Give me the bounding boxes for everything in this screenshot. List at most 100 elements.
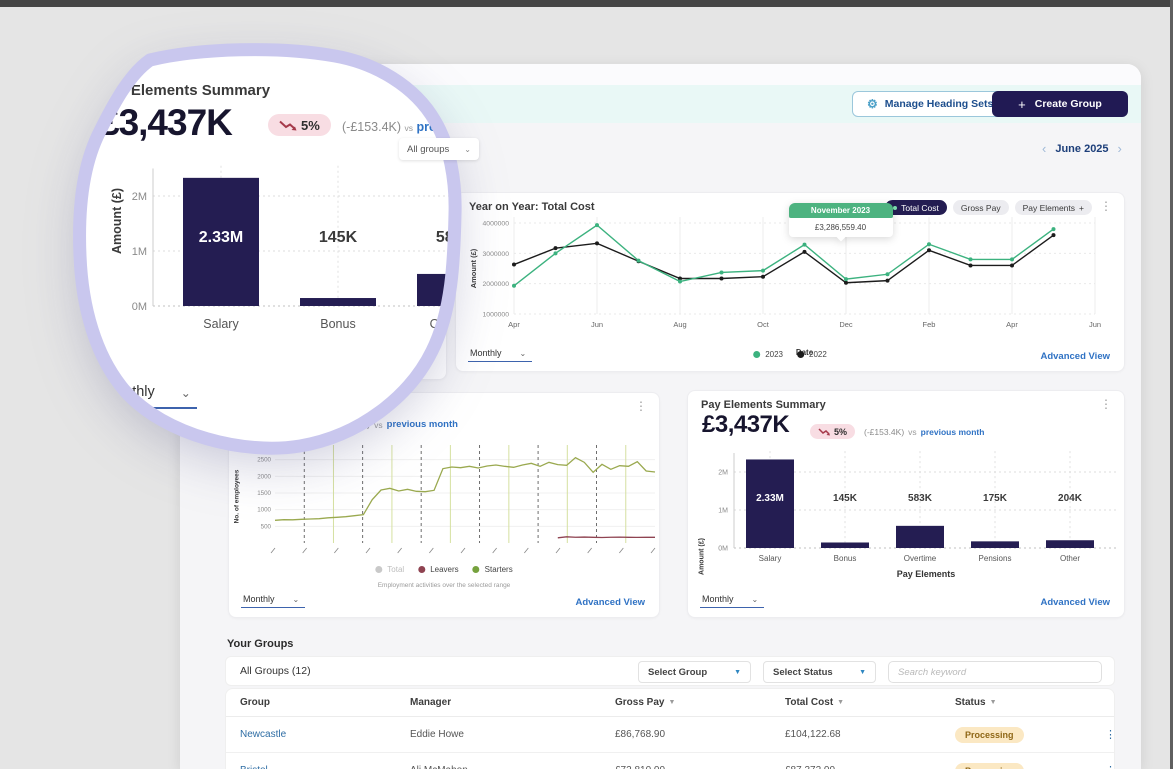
prev-month-chevron[interactable]: ‹ — [1042, 141, 1046, 156]
legend-dot-icon — [473, 566, 480, 573]
column-header-group[interactable]: Group — [240, 697, 410, 708]
gross-pay-cell: £86,768.90 — [615, 729, 785, 740]
plus-icon: + — [1018, 97, 1026, 112]
svg-text:Oct: Oct — [757, 320, 770, 329]
svg-text:1000000: 1000000 — [483, 312, 510, 319]
group-link[interactable]: Newcastle — [240, 729, 410, 740]
card-title: Pay Elements Summary — [701, 399, 826, 411]
monthly-dropdown[interactable]: Monthly ⌄ — [241, 594, 305, 608]
magnifier-callout: Pay Elements Summary £3,437K 5% (-£153.4… — [70, 46, 470, 458]
legend-label: Total — [387, 565, 404, 574]
pay-elements-summary-card: Pay Elements Summary ⋮ £3,437K 5% (-£153… — [687, 390, 1125, 618]
chart-legend: Total Leavers Starters — [375, 565, 512, 574]
svg-text:Apr: Apr — [1006, 320, 1018, 329]
table-row: BristolAli McMahon£72,810.00£87,372.00Pr… — [226, 753, 1114, 769]
create-group-button[interactable]: + Create Group — [992, 91, 1128, 117]
svg-text:3000000: 3000000 — [483, 251, 510, 258]
svg-text:Pensions: Pensions — [979, 554, 1012, 563]
legend-dot-icon — [418, 566, 425, 573]
create-group-label: Create Group — [1035, 98, 1102, 110]
svg-text:Feb: Feb — [923, 320, 936, 329]
svg-text:1000: 1000 — [257, 507, 271, 514]
status-cell: Processing — [955, 763, 1105, 769]
svg-text:Amount (£): Amount (£) — [469, 248, 478, 288]
legend-dot-icon — [375, 566, 382, 573]
manage-heading-sets-button[interactable]: ⚙ Manage Heading Sets — [852, 91, 1008, 117]
row-kebab-menu-icon[interactable]: ⋮ — [1105, 728, 1115, 741]
manage-heading-sets-label: Manage Heading Sets — [885, 98, 994, 110]
total-cost-cell: £87,372.00 — [785, 765, 955, 769]
tooltip-title: November 2023 — [789, 203, 893, 218]
svg-text:2000: 2000 — [257, 473, 271, 480]
row-kebab-menu-icon[interactable]: ⋮ — [1105, 764, 1115, 769]
next-month-chevron[interactable]: › — [1118, 141, 1122, 156]
sort-caret-icon: ▼ — [990, 699, 997, 706]
svg-text:204K: 204K — [1058, 493, 1083, 504]
select-group-label: Select Group — [648, 667, 707, 678]
svg-text:Apr: Apr — [508, 320, 520, 329]
chevron-down-icon: ⌄ — [520, 349, 527, 358]
kebab-menu-icon[interactable]: ⋮ — [635, 400, 647, 412]
monthly-label: Monthly — [702, 594, 734, 604]
svg-text:2000000: 2000000 — [483, 281, 510, 288]
svg-text:0M: 0M — [718, 545, 728, 552]
date-navigation: ‹ June 2025 › — [1042, 141, 1122, 156]
status-cell: Processing — [955, 727, 1105, 743]
svg-text:145K: 145K — [833, 493, 858, 504]
gross-pay-cell: £72,810.00 — [615, 765, 785, 769]
total-cost-cell: £104,122.68 — [785, 729, 955, 740]
caret-down-icon: ▼ — [859, 669, 866, 676]
select-status-label: Select Status — [773, 667, 833, 678]
select-status-dropdown[interactable]: Select Status ▼ — [763, 661, 876, 683]
chevron-down-icon: ⌄ — [293, 595, 300, 604]
monthly-dropdown[interactable]: Monthly ⌄ — [468, 348, 532, 362]
your-groups-title: Your Groups — [227, 638, 293, 650]
all-groups-dropdown[interactable]: All groups ⌄ — [399, 138, 479, 160]
column-header-status[interactable]: Status ▼ — [955, 697, 1105, 708]
monthly-label: Monthly — [470, 348, 502, 358]
group-link[interactable]: Bristol — [240, 765, 410, 769]
gear-icon: ⚙ — [867, 97, 878, 111]
column-header-manager[interactable]: Manager — [410, 697, 615, 708]
status-badge: Processing — [955, 727, 1024, 743]
chart-caption: Employment activities over the selected … — [229, 582, 659, 589]
svg-text:Pay Elements: Pay Elements — [897, 569, 956, 579]
current-month-label: June 2025 — [1055, 143, 1108, 155]
pay-elements-bar-chart: 0M1M2M2.33MSalary145KBonus583KOvertime17… — [694, 430, 1124, 582]
svg-text:Jun: Jun — [1089, 320, 1101, 329]
manager-cell: Ali McMahon — [410, 765, 615, 769]
legend-item: Leavers — [418, 565, 458, 574]
manager-cell: Eddie Howe — [410, 729, 615, 740]
monthly-dropdown[interactable]: Monthly ⌄ — [700, 594, 764, 608]
advanced-view-link[interactable]: Advanced View — [575, 597, 645, 608]
svg-text:583K: 583K — [908, 493, 933, 504]
column-header-total-cost[interactable]: Total Cost ▼ — [785, 697, 955, 708]
chart-tooltip: November 2023 £3,286,559.40 — [789, 203, 893, 237]
card-footer: Monthly ⌄ Advanced View — [700, 594, 1110, 608]
kebab-menu-icon[interactable]: ⋮ — [1100, 398, 1112, 410]
column-header-gross-pay[interactable]: Gross Pay ▼ — [615, 697, 785, 708]
card-footer: Monthly ⌄ Advanced View — [241, 594, 645, 608]
chevron-down-icon: ⌄ — [464, 145, 471, 154]
svg-text:Salary: Salary — [759, 554, 782, 563]
advanced-view-link[interactable]: Advanced View — [1040, 351, 1110, 362]
search-input[interactable] — [888, 661, 1102, 683]
groups-filter-bar: All Groups (12) Select Group ▼ Select St… — [225, 656, 1115, 686]
select-group-dropdown[interactable]: Select Group ▼ — [638, 661, 751, 683]
legend-label: Starters — [485, 565, 513, 574]
legend-item: Total — [375, 565, 404, 574]
all-groups-count: All Groups (12) — [240, 665, 311, 677]
chevron-down-icon: ⌄ — [752, 595, 759, 604]
advanced-view-link[interactable]: Advanced View — [1040, 597, 1110, 608]
sort-caret-icon: ▼ — [837, 699, 844, 706]
svg-text:1M: 1M — [718, 507, 728, 514]
svg-text:Other: Other — [1060, 554, 1080, 563]
table-header-row: Group Manager Gross Pay ▼ Total Cost ▼ S… — [226, 689, 1114, 717]
legend-item: Starters — [473, 565, 513, 574]
svg-text:4000000: 4000000 — [483, 221, 510, 228]
status-badge: Processing — [955, 763, 1024, 769]
svg-text:2M: 2M — [718, 469, 728, 476]
groups-table: Group Manager Gross Pay ▼ Total Cost ▼ S… — [225, 688, 1115, 769]
svg-text:Aug: Aug — [673, 320, 686, 329]
svg-text:175K: 175K — [983, 493, 1008, 504]
